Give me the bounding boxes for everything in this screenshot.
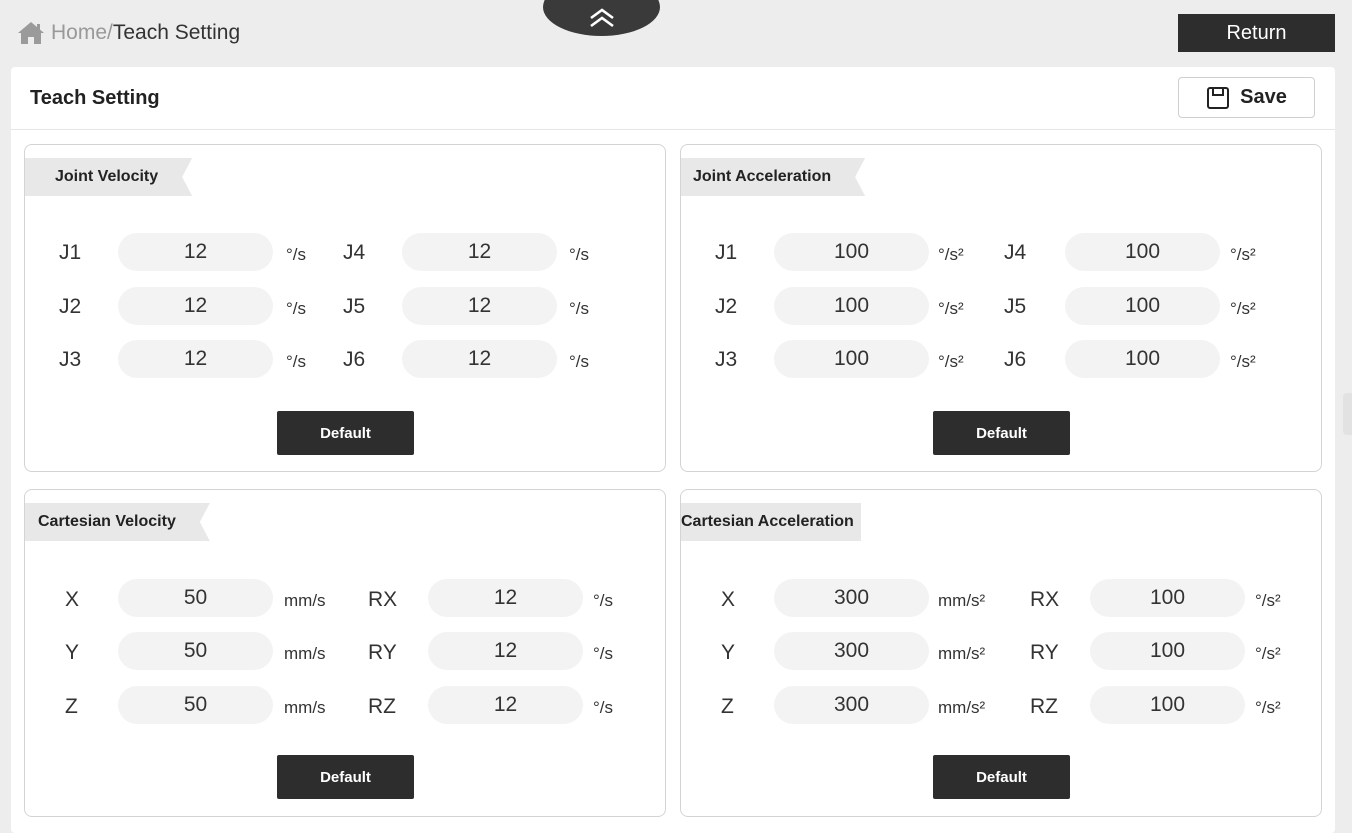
field-label-j6: J6 <box>1004 348 1027 371</box>
side-drawer-handle[interactable] <box>1343 393 1352 435</box>
main-header: Teach Setting Save <box>11 67 1335 130</box>
unit-label: °/s <box>286 299 307 318</box>
unit-label: mm/s² <box>938 698 986 717</box>
joint-velocity-panel: Joint Velocity J1 12 °/s J2 12 °/s J3 12… <box>24 144 666 472</box>
unit-label: °/s² <box>938 245 964 264</box>
save-label: Save <box>1240 86 1287 108</box>
field-label-j3: J3 <box>715 348 738 371</box>
field-label-j1: J1 <box>59 241 82 264</box>
field-label-z: Z <box>721 695 734 718</box>
cartesian-acceleration-y-input[interactable]: 300 <box>774 632 929 670</box>
field-label-y: Y <box>721 641 736 664</box>
unit-label: °/s² <box>938 299 964 318</box>
panel-title: Cartesian Velocity <box>25 503 210 541</box>
save-button[interactable]: Save <box>1178 77 1315 118</box>
joint-velocity-j1-input[interactable]: 12 <box>118 233 273 271</box>
field-label-x: X <box>721 588 736 611</box>
joint-acceleration-j5-input[interactable]: 100 <box>1065 287 1220 325</box>
unit-label: °/s <box>593 591 614 610</box>
unit-label: °/s <box>569 245 590 264</box>
joint-acceleration-j4-input[interactable]: 100 <box>1065 233 1220 271</box>
unit-label: °/s <box>593 698 614 717</box>
field-label-j4: J4 <box>343 241 366 264</box>
unit-label: °/s² <box>1230 245 1256 264</box>
panel-title: Joint Acceleration <box>681 158 865 196</box>
cartesian-velocity-default-button[interactable]: Default <box>277 755 414 799</box>
field-label-z: Z <box>65 695 78 718</box>
unit-label: °/s <box>286 352 307 371</box>
unit-label: mm/s <box>284 591 326 610</box>
joint-acceleration-j2-input[interactable]: 100 <box>774 287 929 325</box>
joint-velocity-j4-input[interactable]: 12 <box>402 233 557 271</box>
cartesian-acceleration-rx-input[interactable]: 100 <box>1090 579 1245 617</box>
unit-label: mm/s² <box>938 591 986 610</box>
field-label-rz: RZ <box>368 695 396 718</box>
unit-label: mm/s <box>284 644 326 663</box>
cartesian-acceleration-x-input[interactable]: 300 <box>774 579 929 617</box>
field-label-j3: J3 <box>59 348 82 371</box>
breadcrumb: Home / Teach Setting <box>16 20 240 46</box>
cartesian-acceleration-ry-input[interactable]: 100 <box>1090 632 1245 670</box>
field-label-ry: RY <box>1030 641 1059 664</box>
field-label-ry: RY <box>368 641 397 664</box>
unit-label: °/s <box>286 245 307 264</box>
field-label-j4: J4 <box>1004 241 1027 264</box>
main-panel: Teach Setting Save Joint Velocity J1 12 … <box>11 67 1335 833</box>
unit-label: °/s <box>569 299 590 318</box>
joint-acceleration-panel: Joint Acceleration J1 100 °/s² J2 100 °/… <box>680 144 1322 472</box>
field-label-j6: J6 <box>343 348 366 371</box>
joint-acceleration-j6-input[interactable]: 100 <box>1065 340 1220 378</box>
cartesian-velocity-z-input[interactable]: 50 <box>118 686 273 724</box>
field-label-j2: J2 <box>59 295 82 318</box>
home-icon[interactable] <box>16 20 46 46</box>
unit-label: mm/s <box>284 698 326 717</box>
joint-velocity-j2-input[interactable]: 12 <box>118 287 273 325</box>
cartesian-velocity-ry-input[interactable]: 12 <box>428 632 583 670</box>
panel-title: Cartesian Acceleration <box>681 503 861 541</box>
joint-velocity-default-button[interactable]: Default <box>277 411 414 455</box>
top-bar: Home / Teach Setting Return <box>0 0 1352 66</box>
breadcrumb-home-link[interactable]: Home <box>51 21 107 45</box>
collapse-toggle-button[interactable] <box>543 0 660 36</box>
unit-label: °/s <box>569 352 590 371</box>
breadcrumb-current: Teach Setting <box>112 21 241 44</box>
unit-label: °/s² <box>1255 591 1281 610</box>
unit-label: °/s² <box>1255 644 1281 663</box>
cartesian-velocity-x-input[interactable]: 50 <box>118 579 273 617</box>
cartesian-velocity-rx-input[interactable]: 12 <box>428 579 583 617</box>
field-label-j2: J2 <box>715 295 738 318</box>
cartesian-velocity-panel: Cartesian Velocity X 50 mm/s Y 50 mm/s Z… <box>24 489 666 817</box>
field-label-rz: RZ <box>1030 695 1058 718</box>
joint-velocity-j6-input[interactable]: 12 <box>402 340 557 378</box>
unit-label: °/s² <box>1255 698 1281 717</box>
field-label-y: Y <box>65 641 80 664</box>
unit-label: °/s <box>593 644 614 663</box>
cartesian-velocity-y-input[interactable]: 50 <box>118 632 273 670</box>
joint-velocity-j3-input[interactable]: 12 <box>118 340 273 378</box>
cartesian-velocity-rz-input[interactable]: 12 <box>428 686 583 724</box>
unit-label: °/s² <box>1230 352 1256 371</box>
cartesian-acceleration-panel: Cartesian Acceleration X 300 mm/s² Y 300… <box>680 489 1322 817</box>
field-label-j1: J1 <box>715 241 738 264</box>
joint-acceleration-j3-input[interactable]: 100 <box>774 340 929 378</box>
unit-label: °/s² <box>938 352 964 371</box>
joint-acceleration-j1-input[interactable]: 100 <box>774 233 929 271</box>
joint-acceleration-default-button[interactable]: Default <box>933 411 1070 455</box>
field-label-rx: RX <box>1030 588 1060 611</box>
page-title: Teach Setting <box>30 87 160 109</box>
cartesian-acceleration-z-input[interactable]: 300 <box>774 686 929 724</box>
field-label-x: X <box>65 588 80 611</box>
field-label-j5: J5 <box>1004 295 1027 318</box>
joint-velocity-j5-input[interactable]: 12 <box>402 287 557 325</box>
unit-label: mm/s² <box>938 644 986 663</box>
unit-label: °/s² <box>1230 299 1256 318</box>
cartesian-acceleration-rz-input[interactable]: 100 <box>1090 686 1245 724</box>
return-button[interactable]: Return <box>1178 14 1335 52</box>
save-icon <box>1207 86 1230 109</box>
panel-title: Joint Velocity <box>25 158 192 196</box>
chevron-double-up-icon <box>589 8 614 28</box>
cartesian-acceleration-default-button[interactable]: Default <box>933 755 1070 799</box>
field-label-j5: J5 <box>343 295 366 318</box>
field-label-rx: RX <box>368 588 398 611</box>
